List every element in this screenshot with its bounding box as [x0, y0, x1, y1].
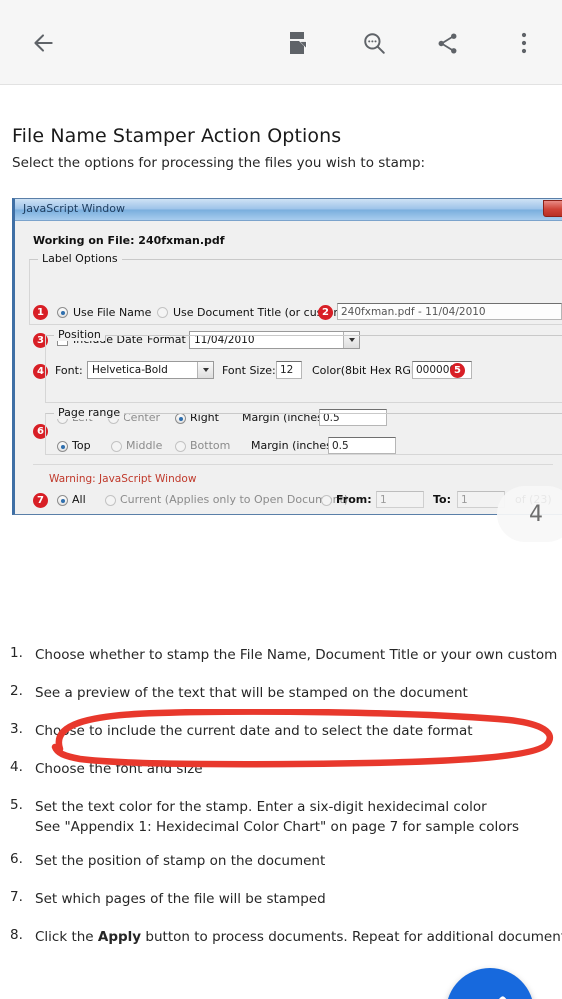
list-item: 1. Choose whether to stamp the File Name…	[10, 645, 562, 665]
list-item: 3. Choose to include the current date an…	[10, 721, 562, 741]
page-subtitle: Select the options for processing the fi…	[12, 155, 426, 171]
warning-text: Warning: JavaScript Window	[49, 473, 197, 485]
callout-badge-2: 2	[318, 305, 333, 320]
label-current-page: Current (Applies only to Open Document)	[120, 493, 349, 506]
list-item-number: 1.	[10, 645, 23, 661]
instruction-list: 1. Choose whether to stamp the File Name…	[10, 645, 562, 965]
radio-all-pages[interactable]	[57, 495, 68, 506]
share-icon[interactable]	[426, 22, 468, 64]
list-item-text: Choose whether to stamp the File Name, D…	[35, 647, 562, 663]
list-item-text: Set the text color for the stamp. Enter …	[35, 799, 487, 815]
position-legend: Position	[54, 328, 105, 341]
page-from-input[interactable]: 1	[376, 491, 424, 508]
list-item-text: See a preview of the text that will be s…	[35, 685, 468, 701]
divider	[33, 464, 553, 465]
list-item-number: 8.	[10, 927, 23, 943]
callout-badge-7: 7	[33, 493, 48, 508]
list-item-number: 4.	[10, 759, 23, 775]
list-item: 5. Set the text color for the stamp. Ent…	[10, 797, 562, 837]
list-item: 7. Set which pages of the file will be s…	[10, 889, 562, 909]
javascript-window-figure: JavaScript Window Working on File: 240fx…	[12, 198, 562, 515]
label-to: To:	[433, 493, 451, 506]
label-total-pages: of (23)	[515, 493, 552, 506]
preview-text-input[interactable]: 240fxman.pdf - 11/04/2010	[337, 303, 562, 320]
label-use-file-name: Use File Name	[73, 306, 152, 319]
list-item-text: Choose to include the current date and t…	[35, 723, 473, 739]
list-item: 8. Click the Apply button to process doc…	[10, 927, 562, 947]
search-icon[interactable]	[353, 22, 395, 64]
radio-use-document-title[interactable]	[157, 307, 168, 318]
list-item: 4. Choose the font and size	[10, 759, 562, 779]
list-item-number: 3.	[10, 721, 23, 737]
dialog-title-bar: JavaScript Window	[15, 199, 562, 221]
list-item: 6. Set the position of stamp on the docu…	[10, 851, 562, 871]
list-item-number: 6.	[10, 851, 23, 867]
back-icon[interactable]	[22, 22, 64, 64]
more-icon[interactable]	[503, 22, 545, 64]
list-item-number: 2.	[10, 683, 23, 699]
document-page: File Name Stamper Action Options Select …	[0, 85, 562, 999]
list-item-text: Click the Apply button to process docume…	[35, 929, 562, 945]
list-item-number: 7.	[10, 889, 23, 905]
close-icon[interactable]	[543, 200, 562, 217]
page-title: File Name Stamper Action Options	[12, 125, 342, 147]
page-range-group: Page range	[45, 406, 562, 455]
radio-page-from-to[interactable]	[321, 495, 332, 506]
edit-fab[interactable]	[446, 968, 534, 999]
screen: File Name Stamper Action Options Select …	[0, 0, 562, 999]
label-all-pages: All	[72, 493, 86, 506]
list-item-text-second-line: See "Appendix 1: Hexidecimal Color Chart…	[35, 819, 520, 835]
label-options-legend: Label Options	[38, 252, 122, 265]
working-on-file-label: Working on File: 240fxman.pdf	[33, 234, 225, 247]
callout-badge-1: 1	[33, 305, 48, 320]
list-item-text-post: button to process documents. Repeat for …	[145, 929, 562, 945]
label-from: From:	[336, 493, 372, 506]
list-item-text: Choose the font and size	[35, 761, 203, 777]
position-group: Position	[45, 328, 562, 403]
reflow-icon[interactable]	[278, 22, 320, 64]
list-item: 2. See a preview of the text that will b…	[10, 683, 562, 703]
list-item-number: 5.	[10, 797, 23, 813]
radio-use-file-name[interactable]	[57, 307, 68, 318]
list-item-text: Set the position of stamp on the documen…	[35, 853, 326, 869]
page-range-legend: Page range	[54, 406, 125, 419]
page-to-input[interactable]: 1	[457, 491, 505, 508]
app-bar	[0, 0, 562, 85]
list-item-text-bold: Apply	[97, 929, 142, 945]
dialog-title-text: JavaScript Window	[23, 202, 126, 215]
radio-current-page[interactable]	[105, 495, 116, 506]
dialog-body: Working on File: 240fxman.pdf Label Opti…	[15, 221, 562, 514]
list-item-text-pre: Click the	[35, 929, 98, 945]
list-item-text: Set which pages of the file will be stam…	[35, 891, 326, 907]
